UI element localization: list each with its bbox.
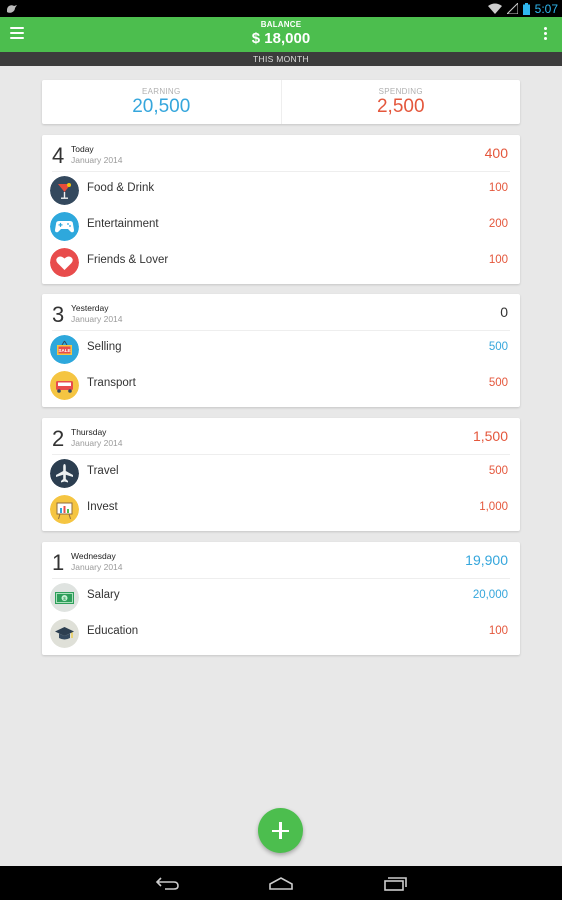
- transaction-amount: 100: [488, 254, 508, 266]
- transaction-row[interactable]: Education 100: [42, 615, 520, 651]
- transaction-row[interactable]: Food & Drink 100: [42, 172, 520, 208]
- day-name: Thursday: [71, 427, 107, 437]
- status-bar: 5:07: [0, 0, 562, 17]
- app-bar: BALANCE $ 18,000: [0, 17, 562, 52]
- category-name: Friends & Lover: [87, 254, 169, 266]
- transaction-amount: 20,000: [472, 589, 508, 601]
- earning-value: 20,500: [132, 96, 191, 117]
- category-name: Invest: [87, 501, 118, 513]
- day-total: 1,500: [472, 428, 508, 444]
- earning-label: EARNING: [141, 87, 181, 96]
- transaction-row[interactable]: Invest 1,000: [42, 491, 520, 527]
- notification-bird-icon: [7, 5, 17, 13]
- balance-amount: $ 18,000: [251, 30, 311, 47]
- day-month: January 2014: [71, 438, 123, 448]
- money-icon: $: [50, 583, 79, 612]
- chart-board-icon: [50, 495, 79, 524]
- day-name: Wednesday: [71, 551, 116, 561]
- summary-card: EARNING 20,500 SPENDING 2,500: [42, 80, 520, 124]
- spending-summary[interactable]: SPENDING 2,500: [280, 80, 521, 124]
- category-name: Transport: [87, 377, 136, 389]
- transaction-amount: 1,000: [479, 501, 508, 513]
- transaction-row[interactable]: Entertainment 200: [42, 208, 520, 244]
- transaction-amount: 500: [488, 341, 508, 353]
- heart-icon: [50, 248, 79, 277]
- car-icon: [50, 371, 79, 400]
- overflow-menu-icon[interactable]: [544, 27, 548, 42]
- category-name: Selling: [87, 341, 122, 353]
- balance-label: BALANCE: [260, 20, 302, 29]
- transaction-row[interactable]: SALE Selling 500: [42, 331, 520, 367]
- day-month: January 2014: [71, 155, 123, 165]
- day-total: 400: [484, 145, 508, 161]
- spending-label: SPENDING: [378, 87, 423, 96]
- category-name: Food & Drink: [87, 182, 155, 194]
- transaction-row[interactable]: Transport 500: [42, 367, 520, 403]
- transaction-amount: 200: [488, 218, 508, 230]
- day-header[interactable]: 2 Thursday January 2014 1,500: [52, 418, 510, 455]
- transaction-amount: 500: [488, 377, 508, 389]
- day-name: Yesterday: [71, 303, 109, 313]
- earning-summary[interactable]: EARNING 20,500: [42, 80, 281, 124]
- home-icon[interactable]: [268, 875, 294, 891]
- category-name: Entertainment: [87, 218, 159, 230]
- transaction-amount: 500: [488, 465, 508, 477]
- day-header[interactable]: 1 Wednesday January 2014 19,900: [52, 542, 510, 579]
- battery-icon: [522, 2, 530, 15]
- day-month: January 2014: [71, 562, 123, 572]
- system-nav-bar: [0, 866, 562, 900]
- day-total: 0: [500, 304, 508, 320]
- category-name: Education: [87, 625, 139, 637]
- period-selector[interactable]: THIS MONTH: [0, 52, 562, 66]
- day-card: 2 Thursday January 2014 1,500 Travel 500…: [42, 418, 520, 531]
- day-number: 1: [52, 550, 65, 575]
- day-number: 4: [52, 143, 65, 168]
- back-icon[interactable]: [155, 875, 180, 891]
- day-header[interactable]: 4 Today January 2014 400: [52, 135, 510, 172]
- day-total: 19,900: [465, 552, 508, 568]
- day-card: 4 Today January 2014 400 Food & Drink 10…: [42, 135, 520, 284]
- day-month: January 2014: [71, 314, 123, 324]
- svg-text:SALE: SALE: [58, 348, 70, 353]
- day-number: 2: [52, 426, 65, 451]
- gamepad-icon: [50, 212, 79, 241]
- recent-apps-icon[interactable]: [383, 875, 408, 891]
- sale-tag-icon: SALE: [50, 335, 79, 364]
- airplane-icon: [50, 459, 79, 488]
- graduation-cap-icon: [50, 619, 79, 648]
- transaction-amount: 100: [488, 182, 508, 194]
- transaction-row[interactable]: Travel 500: [42, 455, 520, 491]
- day-header[interactable]: 3 Yesterday January 2014 0: [52, 294, 510, 331]
- category-name: Salary: [87, 589, 120, 601]
- transaction-amount: 100: [488, 625, 508, 637]
- day-card: 1 Wednesday January 2014 19,900 $ Salary…: [42, 542, 520, 655]
- transaction-row[interactable]: $ Salary 20,000: [42, 579, 520, 615]
- cocktail-icon: [50, 176, 79, 205]
- day-number: 3: [52, 302, 65, 327]
- add-transaction-button[interactable]: [258, 808, 303, 853]
- day-card: 3 Yesterday January 2014 0 SALE Selling …: [42, 294, 520, 407]
- clock: 5:07: [534, 1, 558, 16]
- day-name: Today: [71, 144, 94, 154]
- signal-icon: [506, 3, 518, 14]
- spending-value: 2,500: [376, 96, 425, 117]
- wifi-icon: [487, 3, 502, 14]
- transaction-row[interactable]: Friends & Lover 100: [42, 244, 520, 280]
- category-name: Travel: [87, 465, 119, 477]
